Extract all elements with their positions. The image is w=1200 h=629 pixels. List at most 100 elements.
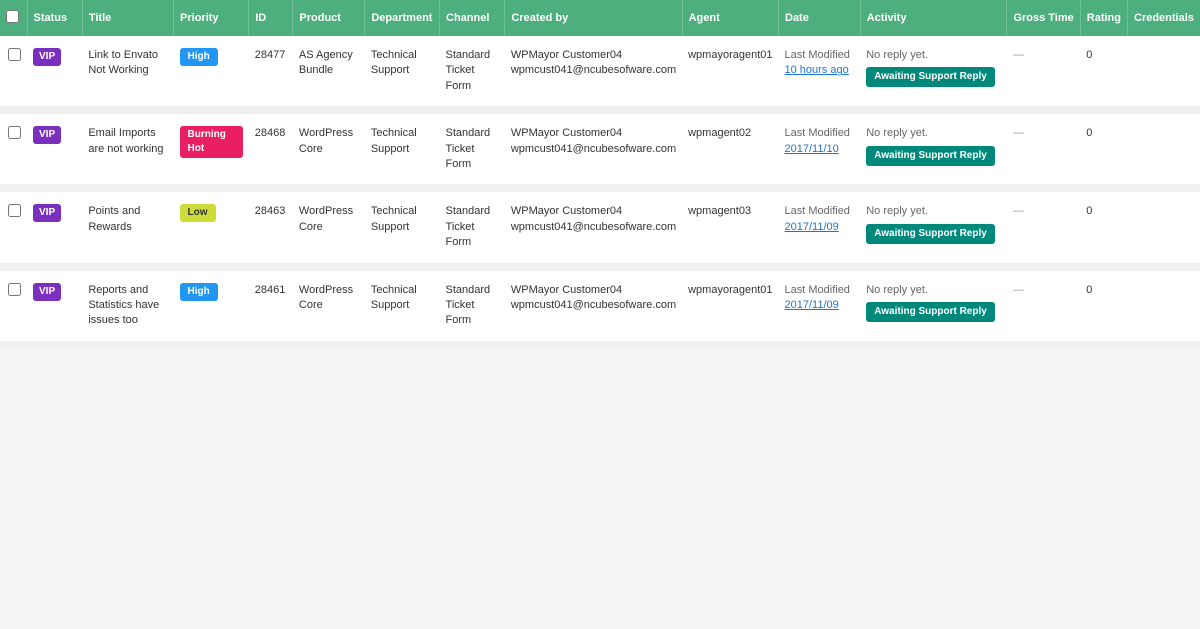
ticket-title-link[interactable]: Link to Envato Not Working <box>88 49 158 76</box>
col-header-created-by: Created by <box>505 0 682 36</box>
tickets-table: Status Title Priority ID Product Departm… <box>0 0 1200 349</box>
channel-cell: Standard Ticket Form <box>440 188 505 266</box>
no-reply-text: No reply yet. <box>866 204 1001 219</box>
date-label: Last Modified <box>785 49 850 61</box>
priority-badge: Low <box>180 204 216 222</box>
table-row: VIP Points and Rewards Low 28463 WordPre… <box>0 188 1200 266</box>
credentials-cell <box>1128 267 1200 345</box>
ticket-id: 28468 <box>255 127 286 139</box>
product-name: AS Agency Bundle <box>299 49 353 76</box>
col-header-priority: Priority <box>174 0 249 36</box>
rating-cell: 0 <box>1080 267 1127 345</box>
awaiting-support-button[interactable]: Awaiting Support Reply <box>866 67 995 87</box>
agent-cell: wpmagent02 <box>682 110 778 188</box>
product-cell: WordPress Core <box>293 267 365 345</box>
created-email: wpmcust041@ncubesofware.com <box>511 221 676 233</box>
row-checkbox-3[interactable] <box>8 283 21 296</box>
col-header-channel: Channel <box>440 0 505 36</box>
awaiting-support-button[interactable]: Awaiting Support Reply <box>866 224 995 244</box>
rating-value: 0 <box>1086 205 1092 217</box>
channel-cell: Standard Ticket Form <box>440 36 505 110</box>
date-value[interactable]: 2017/11/09 <box>785 299 839 311</box>
col-header-activity: Activity <box>860 0 1007 36</box>
table-header-row: Status Title Priority ID Product Departm… <box>0 0 1200 36</box>
awaiting-support-button[interactable]: Awaiting Support Reply <box>866 302 995 322</box>
row-checkbox-0[interactable] <box>8 48 21 61</box>
row-checkbox-cell <box>0 188 27 266</box>
date-cell: Last Modified 2017/11/09 <box>779 188 861 266</box>
col-header-id: ID <box>249 0 293 36</box>
title-cell: Reports and Statistics have issues too <box>82 267 173 345</box>
col-header-gross-time: Gross Time <box>1007 0 1080 36</box>
ticket-id-cell: 28468 <box>249 110 293 188</box>
row-checkbox-cell <box>0 110 27 188</box>
ticket-id: 28461 <box>255 284 286 296</box>
product-name: WordPress Core <box>299 205 353 232</box>
row-checkbox-2[interactable] <box>8 204 21 217</box>
gross-time-value: — <box>1013 284 1024 296</box>
department-cell: Technical Support <box>365 267 440 345</box>
gross-time-value: — <box>1013 49 1024 61</box>
ticket-title-link[interactable]: Reports and Statistics have issues too <box>88 284 159 327</box>
credentials-cell <box>1128 188 1200 266</box>
gross-time-value: — <box>1013 205 1024 217</box>
channel-name: Standard Ticket Form <box>446 205 491 248</box>
row-checkbox-1[interactable] <box>8 126 21 139</box>
gross-time-cell: — <box>1007 267 1080 345</box>
rating-value: 0 <box>1086 284 1092 296</box>
department-name: Technical Support <box>371 127 417 154</box>
product-name: WordPress Core <box>299 127 353 154</box>
priority-badge: High <box>180 283 218 301</box>
select-all-checkbox[interactable] <box>6 10 19 23</box>
date-value[interactable]: 2017/11/09 <box>785 221 839 233</box>
created-by-cell: WPMayor Customer04 wpmcust041@ncubesofwa… <box>505 188 682 266</box>
created-name: WPMayor Customer04 <box>511 49 622 61</box>
vip-badge: VIP <box>33 204 61 222</box>
gross-time-cell: — <box>1007 36 1080 110</box>
col-header-rating: Rating <box>1080 0 1127 36</box>
created-email: wpmcust041@ncubesofware.com <box>511 64 676 76</box>
date-label: Last Modified <box>785 127 850 139</box>
ticket-id: 28463 <box>255 205 286 217</box>
status-cell: VIP <box>27 267 82 345</box>
status-cell: VIP <box>27 110 82 188</box>
created-by-cell: WPMayor Customer04 wpmcust041@ncubesofwa… <box>505 110 682 188</box>
department-cell: Technical Support <box>365 36 440 110</box>
rating-cell: 0 <box>1080 110 1127 188</box>
department-name: Technical Support <box>371 49 417 76</box>
col-header-title: Title <box>82 0 173 36</box>
created-name: WPMayor Customer04 <box>511 205 622 217</box>
date-value[interactable]: 2017/11/10 <box>785 143 839 155</box>
gross-time-cell: — <box>1007 188 1080 266</box>
created-name: WPMayor Customer04 <box>511 127 622 139</box>
priority-cell: High <box>174 267 249 345</box>
ticket-title-link[interactable]: Points and Rewards <box>88 205 140 232</box>
product-cell: WordPress Core <box>293 188 365 266</box>
credentials-cell <box>1128 110 1200 188</box>
agent-cell: wpmayoragent01 <box>682 267 778 345</box>
ticket-title-link[interactable]: Email Imports are not working <box>88 127 163 154</box>
product-cell: WordPress Core <box>293 110 365 188</box>
title-cell: Points and Rewards <box>82 188 173 266</box>
department-cell: Technical Support <box>365 110 440 188</box>
department-name: Technical Support <box>371 284 417 311</box>
agent-cell: wpmayoragent01 <box>682 36 778 110</box>
col-header-department: Department <box>365 0 440 36</box>
date-cell: Last Modified 2017/11/10 <box>779 110 861 188</box>
ticket-id-cell: 28463 <box>249 188 293 266</box>
created-by-cell: WPMayor Customer04 wpmcust041@ncubesofwa… <box>505 267 682 345</box>
created-by-cell: WPMayor Customer04 wpmcust041@ncubesofwa… <box>505 36 682 110</box>
created-name: WPMayor Customer04 <box>511 284 622 296</box>
activity-cell: No reply yet. Awaiting Support Reply <box>860 188 1007 266</box>
date-label: Last Modified <box>785 205 850 217</box>
agent-name: wpmayoragent01 <box>688 284 772 296</box>
created-email: wpmcust041@ncubesofware.com <box>511 143 676 155</box>
awaiting-support-button[interactable]: Awaiting Support Reply <box>866 146 995 166</box>
date-value[interactable]: 10 hours ago <box>785 64 849 76</box>
status-cell: VIP <box>27 188 82 266</box>
no-reply-text: No reply yet. <box>866 126 1001 141</box>
department-cell: Technical Support <box>365 188 440 266</box>
channel-cell: Standard Ticket Form <box>440 267 505 345</box>
status-cell: VIP <box>27 36 82 110</box>
agent-cell: wpmagent03 <box>682 188 778 266</box>
